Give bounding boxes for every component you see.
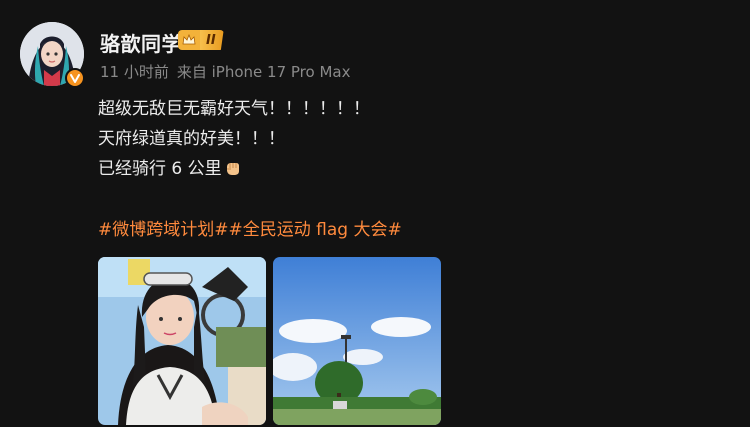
landscape-photo[interactable] — [273, 257, 441, 425]
content-line: 超级无敌巨无霸好天气！！！！！！ — [98, 99, 370, 119]
post-source: 来自 iPhone 17 Pro Max — [176, 63, 351, 81]
selfie-photo[interactable] — [98, 257, 266, 425]
crown-icon — [178, 30, 200, 50]
fist-emoji-icon — [224, 157, 242, 187]
content-line: 天府绿道真的好美！！！ — [98, 129, 285, 149]
content-line: 已经骑行 6 公里 — [98, 154, 370, 187]
user-name[interactable]: 骆歆同学 — [100, 28, 182, 57]
post-content: 超级无敌巨无霸好天气！！！！！！ 天府绿道真的好美！！！ 已经骑行 6 公里 — [98, 94, 370, 187]
content-line-text: 已经骑行 6 公里 — [98, 159, 222, 179]
topic-tag[interactable]: #全民运动 flag 大会# — [229, 220, 402, 240]
post-meta: 11 小时前 来自 iPhone 17 Pro Max — [100, 61, 350, 82]
verified-badge-icon — [65, 68, 85, 88]
level-label: II — [200, 30, 224, 50]
topic-tags: #微博跨域计划##全民运动 flag 大会# — [98, 215, 402, 240]
topic-tag[interactable]: #微博跨域计划# — [98, 220, 229, 240]
post-time: 11 小时前 — [100, 63, 169, 81]
level-badge[interactable]: II — [178, 30, 224, 50]
weibo-post: 骆歆同学 II 11 小时前 来自 iPhone 17 Pro Max 超级无敌… — [0, 0, 750, 427]
